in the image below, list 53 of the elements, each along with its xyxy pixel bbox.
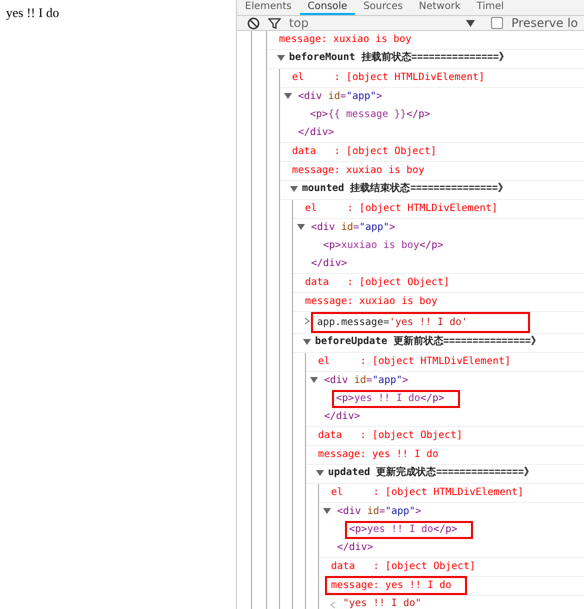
dom-node-line[interactable]: <div id="app"> — [307, 219, 412, 237]
log-message: el : [object HTMLDivElement] — [291, 71, 486, 85]
log-message: data : [object Object] — [317, 429, 464, 443]
return-value: "yes !! I do" — [343, 597, 422, 609]
devtools-tab[interactable]: Network — [410, 0, 469, 15]
group-title: 更新前状态===============》 — [393, 334, 541, 349]
preserve-log-checkbox[interactable] — [491, 17, 504, 29]
console-command: app.message='yes !! I do' — [311, 312, 530, 333]
group-name: beforeMount — [289, 51, 356, 65]
dom-node-line[interactable]: <p>xuxiao is boy</p> — [319, 237, 460, 255]
log-message: data : [object Object] — [304, 276, 450, 290]
collapse-triangle-icon[interactable] — [297, 223, 305, 231]
dom-node-line[interactable]: <div id="app"> — [294, 88, 398, 106]
collapse-triangle-icon[interactable] — [323, 507, 331, 515]
log-message: message: xuxiao is boy — [291, 164, 426, 178]
preserve-log-label: Preserve lo — [511, 16, 578, 30]
log-message: data : [object Object] — [291, 145, 438, 159]
dropdown-caret-icon[interactable] — [466, 20, 476, 26]
group-name: mounted — [302, 182, 344, 196]
page-text: yes !! I do — [6, 5, 60, 20]
log-message: message: xuxiao is boy — [278, 33, 412, 47]
devtools-tab[interactable]: Sources — [355, 0, 411, 15]
log-message: el : [object HTMLDivElement] — [317, 355, 512, 369]
group-title: 挂载前状态===============》 — [361, 50, 509, 65]
dom-node-line[interactable]: <div id="app"> — [320, 372, 424, 390]
dom-close-tag: </div> — [333, 539, 390, 557]
log-message: data : [object Object] — [330, 560, 476, 574]
collapse-triangle-icon[interactable] — [303, 338, 311, 346]
group-name: beforeUpdate — [315, 335, 388, 349]
log-message: message: yes !! I do — [325, 576, 468, 595]
dom-close-tag: </div> — [294, 124, 350, 142]
dom-close-tag: </div> — [307, 255, 364, 273]
context-selector[interactable]: top — [289, 16, 458, 30]
group-title: 挂载结束状态===============》 — [350, 182, 508, 196]
log-message: message: xuxiao is boy — [304, 295, 438, 309]
group-name: updated — [328, 466, 370, 480]
collapse-triangle-icon[interactable] — [277, 54, 285, 62]
log-message: el : [object HTMLDivElement] — [330, 486, 525, 500]
dom-node-line[interactable]: <p>{{ message }}</p> — [306, 106, 446, 124]
dom-close-tag: </div> — [320, 408, 376, 426]
collapse-triangle-icon[interactable] — [284, 92, 292, 100]
collapse-triangle-icon[interactable] — [316, 469, 324, 477]
group-title: 更新完成状态===============》 — [376, 465, 534, 480]
log-message: el : [object HTMLDivElement] — [304, 202, 499, 216]
filter-icon[interactable] — [268, 16, 281, 30]
clear-console-icon[interactable] — [247, 16, 260, 30]
prompt-chevron-icon — [303, 317, 311, 325]
devtools-tab[interactable]: Elements — [237, 0, 300, 15]
devtools-tab[interactable]: Timel — [468, 0, 512, 15]
log-message: message: yes !! I do — [317, 448, 440, 462]
dom-node-line[interactable]: <div id="app"> — [333, 503, 438, 521]
collapse-triangle-icon[interactable] — [290, 185, 298, 193]
collapse-triangle-icon[interactable] — [310, 376, 318, 384]
